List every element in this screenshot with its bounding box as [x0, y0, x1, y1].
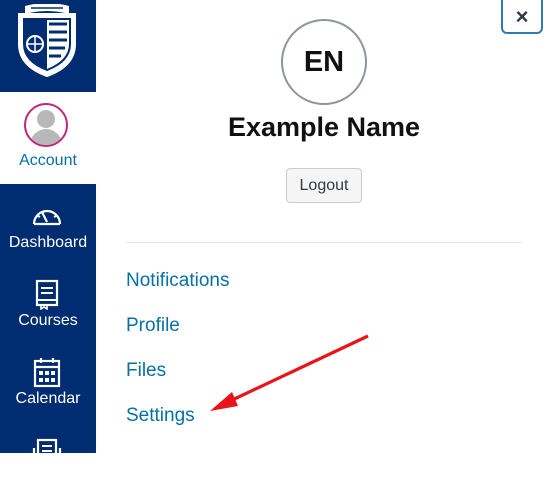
annotation-arrow-icon	[210, 334, 369, 411]
